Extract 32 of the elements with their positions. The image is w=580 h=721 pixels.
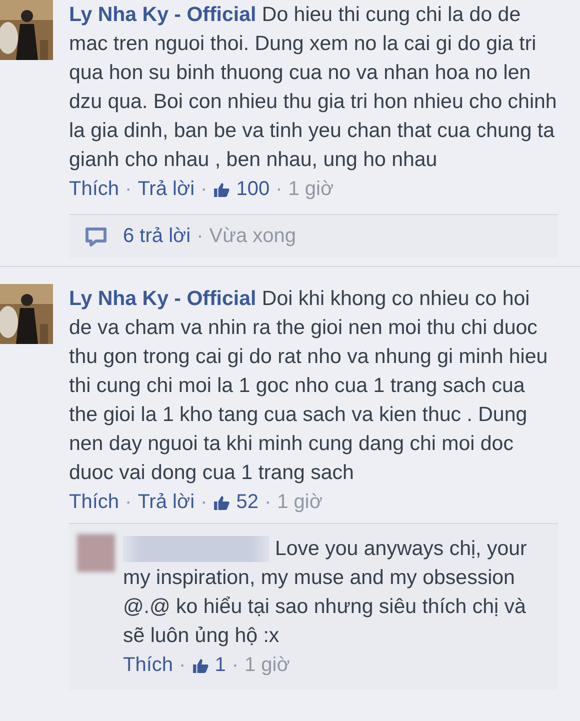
like-link[interactable]: Thích: [69, 175, 120, 204]
separator-dot: ·: [232, 653, 238, 678]
replies-count[interactable]: 6 trả lời: [123, 225, 191, 248]
comment-time: 1 giờ: [277, 490, 322, 515]
thumbs-up-icon: [213, 181, 230, 198]
like-link[interactable]: Thích: [123, 651, 174, 680]
reply-link[interactable]: Trả lời: [138, 488, 195, 517]
separator-dot: ·: [125, 490, 132, 515]
author-link[interactable]: Ly Nha Ky - Official: [69, 287, 256, 310]
separator-dot: ·: [179, 653, 186, 678]
separator-dot: ·: [276, 177, 282, 202]
thumbs-up-icon: [213, 494, 230, 511]
author-link[interactable]: Ly Nha Ky - Official: [69, 3, 256, 26]
separator-dot: ·: [125, 177, 132, 202]
comment-time: 1 giờ: [244, 653, 290, 678]
comment-text: Ly Nha Ky - Official Do hieu thi cung chi la do de mac tren nguoi thoi. Dung xem no la cai gi do gia tri qua hon su binh thuong cua no va nhan hoa no len dzu qua. Boi con nhieu thu gia tri hon nhieu cho chinh la gia dinh, ban be va tinh yeu chan that cua chung ta gianh cho nhau , ben nhau, ung ho nhau: [69, 2, 558, 173]
blurred-avatar: [77, 534, 115, 572]
separator-dot: ·: [200, 177, 208, 202]
replies-bar[interactable]: 6 trả lời · Vừa xong: [69, 214, 558, 258]
like-count[interactable]: 52: [236, 488, 258, 517]
reply-time: Vừa xong: [209, 225, 296, 248]
separator-dot: ·: [200, 490, 208, 515]
speech-bubble-icon: [85, 226, 107, 246]
comment-text: Ly Nha Ky - Official Doi khi khong co nhieu co hoi de va cham va nhin ra the gioi nen moi thu chi duoc thu gon trong cai gi do rat nho va nhung gi minh hieu thi cung chi moi la 1 goc nho cua 1 trang sach cua the gioi la 1 kho tang cua sach va kien thuc . Dung nen day nguoi ta khi minh cung dang chi moi doc duoc vai dong cua 1 trang sach: [69, 286, 549, 486]
reply-link[interactable]: Trả lời: [138, 175, 195, 204]
separator-dot: ·: [196, 225, 204, 248]
like-count[interactable]: 100: [236, 175, 270, 204]
like-count[interactable]: 1: [214, 651, 226, 680]
comment-time: 1 giờ: [288, 177, 334, 202]
like-link[interactable]: Thích: [69, 488, 120, 517]
separator-dot: ·: [264, 490, 272, 515]
thumbs-up-icon: [192, 657, 209, 674]
